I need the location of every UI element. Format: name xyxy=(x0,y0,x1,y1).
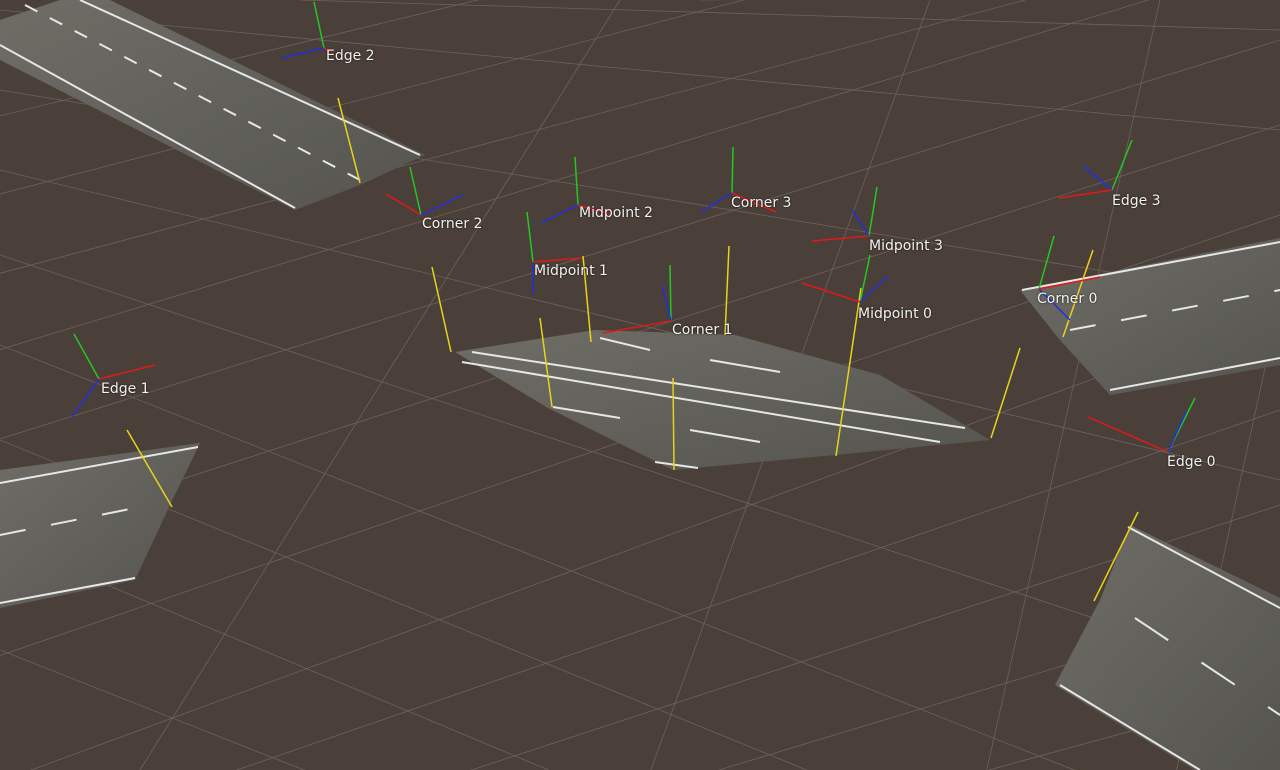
marker-label-corner-3: Corner 3 xyxy=(731,195,792,211)
marker-label-corner-1: Corner 1 xyxy=(672,322,733,338)
marker-label-midpoint-1: Midpoint 1 xyxy=(534,263,608,279)
guide-line xyxy=(672,377,675,471)
marker-label-edge-0: Edge 0 xyxy=(1167,454,1216,470)
marker-label-edge-1: Edge 1 xyxy=(101,381,150,397)
marker-label-corner-0: Corner 0 xyxy=(1037,291,1098,307)
marker-label-corner-2: Corner 2 xyxy=(422,216,483,232)
scene-viewport[interactable]: Edge 2 Corner 2 Midpoint 2 Corner 3 Midp… xyxy=(0,0,1280,770)
marker-label-midpoint-3: Midpoint 3 xyxy=(869,238,943,254)
marker-label-edge-3: Edge 3 xyxy=(1112,193,1161,209)
marker-label-midpoint-0: Midpoint 0 xyxy=(858,306,932,322)
marker-label-edge-2: Edge 2 xyxy=(326,48,375,64)
scene-canvas[interactable] xyxy=(0,0,1280,770)
marker-label-midpoint-2: Midpoint 2 xyxy=(579,205,653,221)
